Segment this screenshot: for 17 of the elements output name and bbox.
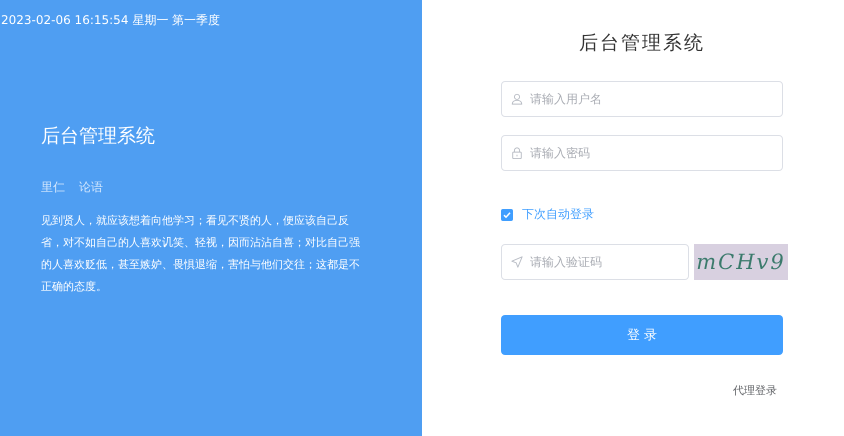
login-button[interactable]: 登 录 [501, 315, 783, 355]
user-icon [511, 93, 523, 105]
checkbox[interactable] [501, 208, 513, 220]
input-field[interactable]: 请输入密码 [501, 135, 783, 171]
input-field[interactable]: 请输入用户名 [501, 81, 783, 117]
form-title: 后台管理系统 [578, 31, 706, 56]
quote-source: 里仁 [41, 179, 65, 196]
lock-icon [511, 147, 523, 159]
datetime: 2023-02-06 16:15:54 星期一 第一季度 [0, 12, 222, 29]
quote-source: 论语 [79, 179, 103, 196]
agent-login-link[interactable]: 代理登录 [733, 383, 844, 398]
captcha-image[interactable]: mCHv9 [694, 244, 788, 280]
captcha-field[interactable]: 请输入验证码 [501, 244, 689, 280]
send-icon [511, 256, 523, 268]
panel-title: 后台管理系统 [41, 124, 156, 149]
remember-label[interactable]: 下次自动登录 [522, 206, 594, 223]
quote-text: 见到贤人，就应该想着向他学习；看见不贤的人，便应该自己反省，对不如自己的人喜欢讥笑、轻视，因而沾沾自喜；对比自己强的人喜欢贬低，甚至嫉妒、畏惧退缩，害怕与他们交往；这都是不正确的态度。 [41, 213, 361, 295]
